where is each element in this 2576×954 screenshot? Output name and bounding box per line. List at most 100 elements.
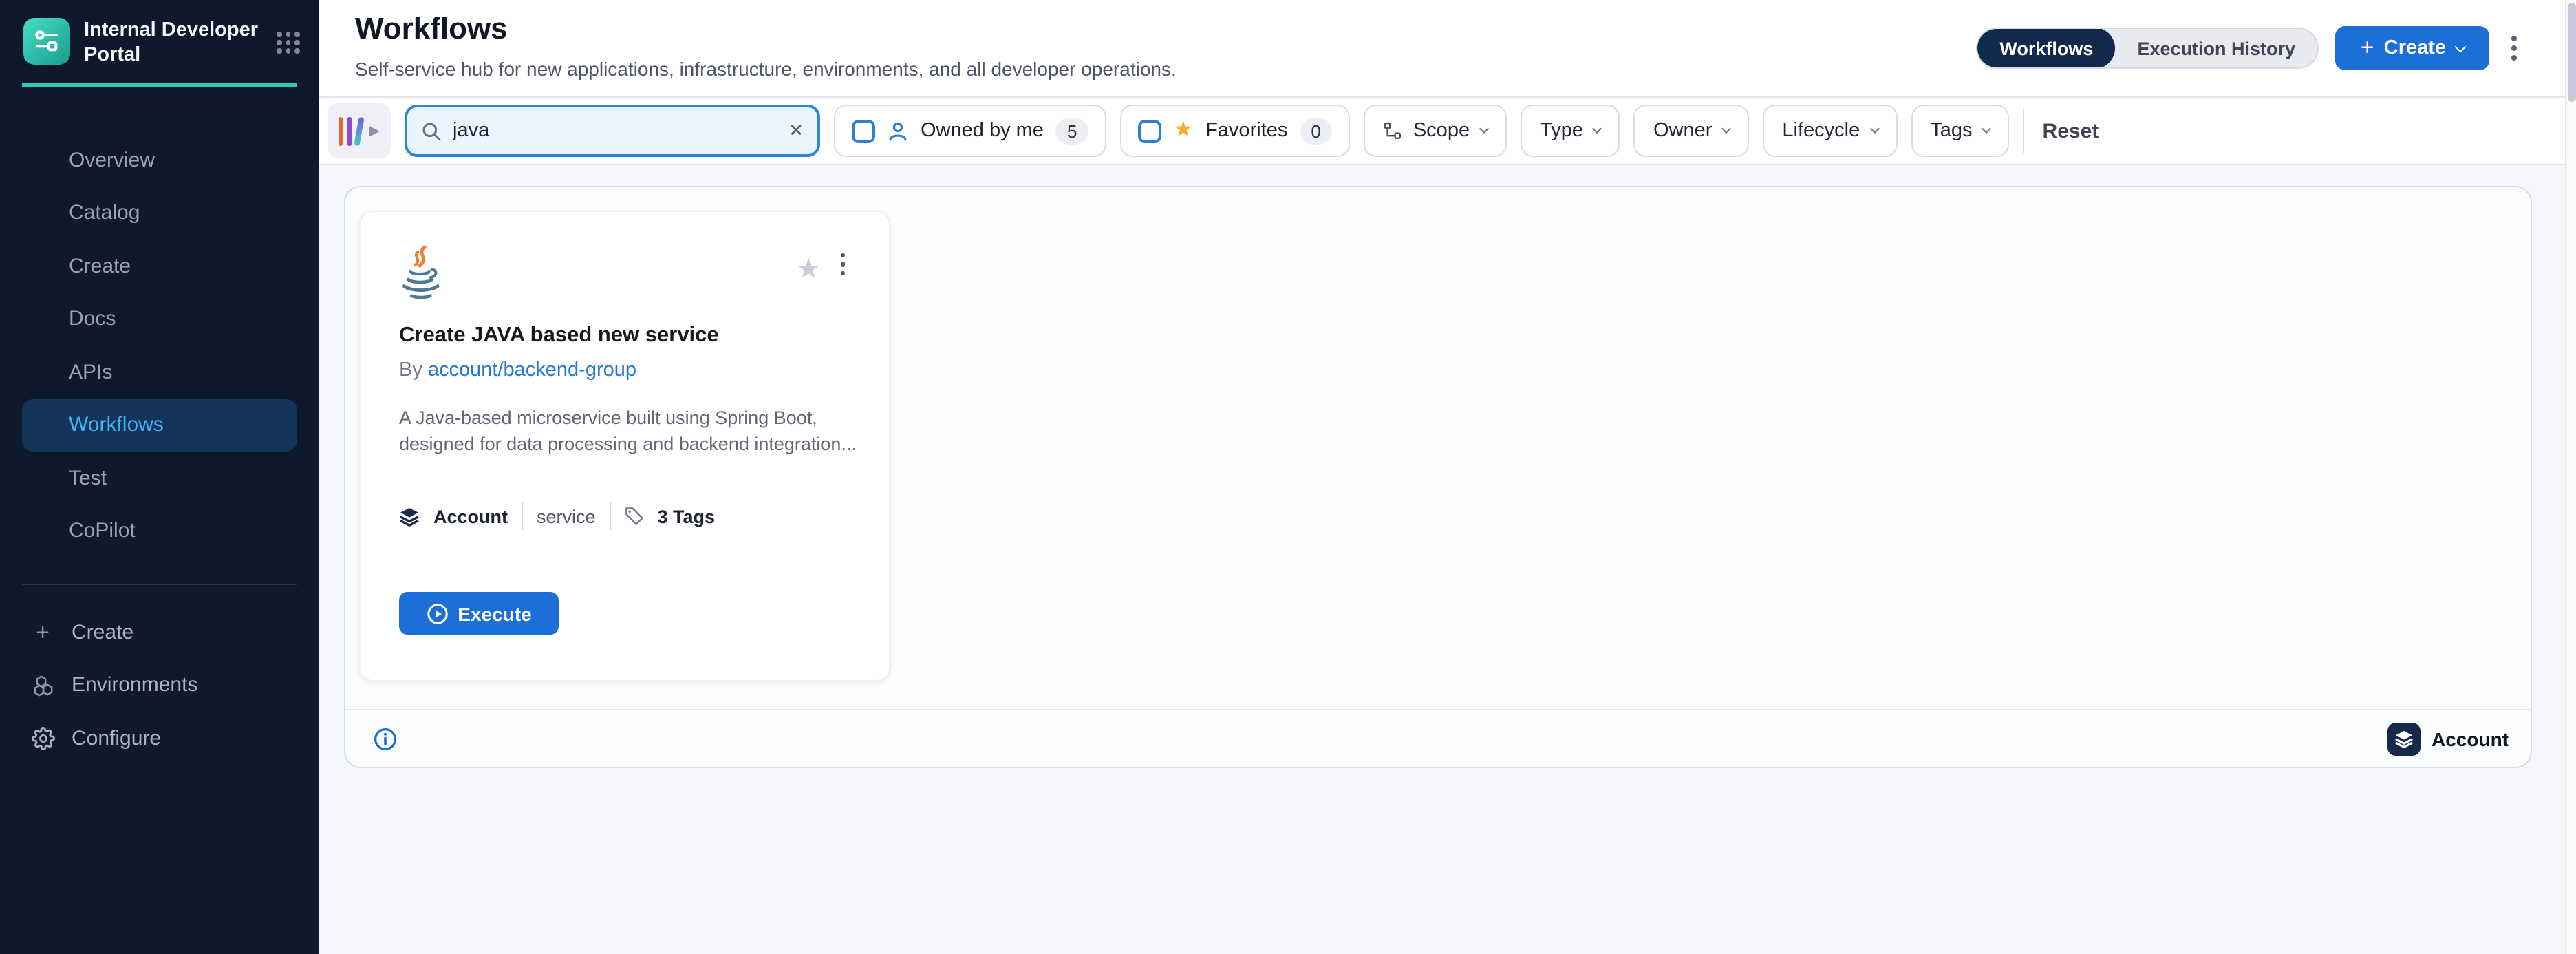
execute-button[interactable]: Execute xyxy=(399,593,559,635)
filter-divider xyxy=(2024,109,2025,153)
play-icon xyxy=(426,603,448,625)
favorites-label: Favorites xyxy=(1205,120,1287,142)
info-icon[interactable] xyxy=(373,726,398,751)
owned-by-me-count-badge: 5 xyxy=(1056,118,1088,144)
chevron-down-icon xyxy=(1721,124,1731,134)
tag-icon xyxy=(625,507,644,527)
sidebar-footer-label: Create xyxy=(72,621,133,644)
plus-icon: + xyxy=(30,621,55,644)
favorites-count-badge: 0 xyxy=(1300,118,1331,144)
brand-accent-rule xyxy=(22,83,297,87)
scrollbar-track[interactable] xyxy=(2565,0,2576,954)
owner-dropdown[interactable]: Owner xyxy=(1634,105,1749,157)
sidebar-nav: Overview Catalog Create Docs APIs Workfl… xyxy=(0,134,319,558)
favorites-checkbox[interactable] xyxy=(1137,119,1161,142)
owned-by-me-label: Owned by me xyxy=(921,120,1044,142)
execute-button-label: Execute xyxy=(458,603,531,625)
gear-icon xyxy=(30,727,55,750)
view-toggle: Workflows Execution History xyxy=(1976,28,2319,69)
search-input[interactable] xyxy=(453,120,777,142)
plus-icon: + xyxy=(2361,34,2374,61)
reset-filters-button[interactable]: Reset xyxy=(2043,119,2099,142)
type-dropdown-label: Type xyxy=(1540,120,1583,142)
scope-value: Account xyxy=(433,507,508,527)
owner-link[interactable]: account/backend-group xyxy=(428,359,636,381)
scrollbar-thumb[interactable] xyxy=(2568,3,2576,102)
hexagons-icon xyxy=(30,675,55,697)
sidebar-item-create[interactable]: Create xyxy=(0,240,319,293)
lifecycle-dropdown[interactable]: Lifecycle xyxy=(1763,105,1897,157)
sidebar-footer-label: Configure xyxy=(72,727,161,750)
tags-dropdown-label: Tags xyxy=(1930,120,1972,142)
tab-execution-history[interactable]: Execution History xyxy=(2115,28,2317,69)
tab-workflows[interactable]: Workflows xyxy=(1977,28,2115,69)
filter-bar: ▶ ✕ Owned by me 5 ★ Favorites 0 xyxy=(319,98,2576,165)
stripes-logo-icon xyxy=(339,116,343,145)
sidebar-item-workflows[interactable]: Workflows xyxy=(22,399,297,452)
brand-title: Internal Developer Portal xyxy=(84,18,277,67)
sidebar-item-create-footer[interactable]: + Create xyxy=(0,606,319,659)
workflow-card: ★ Create JAVA based new service By accou… xyxy=(359,211,890,681)
sidebar-item-copilot[interactable]: CoPilot xyxy=(0,505,319,558)
chevron-down-icon xyxy=(1479,124,1489,134)
scope-dropdown-label: Scope xyxy=(1413,120,1470,142)
sidebar-footer-label: Environments xyxy=(72,674,197,697)
lifecycle-dropdown-label: Lifecycle xyxy=(1782,120,1860,142)
sidebar-item-catalog[interactable]: Catalog xyxy=(0,187,319,240)
expand-arrow-icon: ▶ xyxy=(369,123,380,138)
workflow-title: Create JAVA based new service xyxy=(399,324,850,348)
chevron-down-icon xyxy=(1982,124,1991,134)
sidebar-item-configure[interactable]: Configure xyxy=(0,712,319,765)
type-value: service xyxy=(537,507,596,527)
workflows-panel: ★ Create JAVA based new service By accou… xyxy=(344,186,2532,768)
sidebar: Internal Developer Portal Overview Catal… xyxy=(0,0,319,954)
user-icon xyxy=(888,120,908,141)
favorite-star-icon[interactable]: ★ xyxy=(796,256,821,284)
chevron-down-icon xyxy=(2454,41,2466,52)
sidebar-item-environments[interactable]: Environments xyxy=(0,659,319,712)
app-root: Internal Developer Portal Overview Catal… xyxy=(0,0,2576,954)
scope-dropdown[interactable]: Scope xyxy=(1364,105,1507,157)
collapse-panel-toggle[interactable]: ▶ xyxy=(328,103,391,158)
apps-grid-icon[interactable] xyxy=(277,32,300,53)
filter-favorites[interactable]: ★ Favorites 0 xyxy=(1119,105,1349,157)
type-dropdown[interactable]: Type xyxy=(1521,105,1620,157)
layers-icon xyxy=(399,507,420,527)
header-kebab-menu-icon[interactable] xyxy=(2506,30,2522,66)
header-actions: Workflows Execution History + Create xyxy=(1976,26,2522,70)
chevron-down-icon xyxy=(1869,124,1879,134)
sidebar-footer-nav: + Create Environments xyxy=(0,606,319,765)
sidebar-item-apis[interactable]: APIs xyxy=(0,346,319,399)
search-box: ✕ xyxy=(405,105,820,157)
tags-dropdown[interactable]: Tags xyxy=(1911,105,2009,157)
create-button[interactable]: + Create xyxy=(2335,26,2489,70)
owned-by-me-checkbox[interactable] xyxy=(852,119,875,142)
sidebar-item-test[interactable]: Test xyxy=(0,452,319,505)
create-button-label: Create xyxy=(2384,37,2446,59)
workflow-description: A Java-based microservice built using Sp… xyxy=(399,406,861,458)
search-icon xyxy=(421,120,442,141)
tags-count[interactable]: 3 Tags xyxy=(658,507,716,527)
clear-search-icon[interactable]: ✕ xyxy=(788,120,804,142)
current-scope-label: Account xyxy=(2432,728,2509,750)
brand: Internal Developer Portal xyxy=(23,18,300,67)
hierarchy-icon xyxy=(1383,121,1402,140)
content-area: ★ Create JAVA based new service By accou… xyxy=(319,165,2576,954)
layers-badge-icon xyxy=(2387,722,2421,755)
workflow-owner-line: By account/backend-group xyxy=(399,359,850,381)
sidebar-item-overview[interactable]: Overview xyxy=(0,134,319,187)
filter-owned-by-me[interactable]: Owned by me 5 xyxy=(834,105,1106,157)
current-scope-badge: Account xyxy=(2387,722,2509,755)
card-kebab-menu-icon[interactable] xyxy=(835,248,850,282)
page-title: Workflows xyxy=(355,11,508,47)
page-header: Workflows Self-service hub for new appli… xyxy=(319,0,2576,98)
portal-logo-icon xyxy=(23,18,70,65)
by-prefix: By xyxy=(399,359,422,381)
owner-dropdown-label: Owner xyxy=(1653,120,1712,142)
java-icon xyxy=(399,245,446,306)
sidebar-divider xyxy=(22,584,297,585)
panel-footer: Account xyxy=(345,709,2531,767)
star-icon: ★ xyxy=(1173,120,1193,142)
sidebar-item-docs[interactable]: Docs xyxy=(0,293,319,346)
workflow-meta: Account service 3 Tags xyxy=(399,503,850,531)
